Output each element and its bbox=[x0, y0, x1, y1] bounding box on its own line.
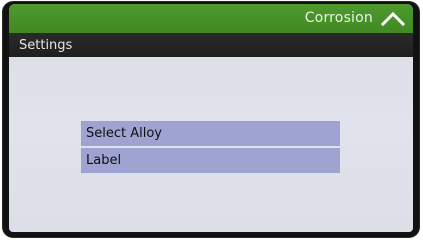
top-bar-title: Corrosion bbox=[304, 10, 373, 26]
screen: Corrosion Settings Select Alloy Label bbox=[9, 4, 413, 232]
up-button[interactable] bbox=[379, 7, 407, 29]
device-frame: Corrosion Settings Select Alloy Label bbox=[3, 2, 419, 237]
page-title: Settings bbox=[19, 38, 73, 53]
settings-menu: Select Alloy Label bbox=[81, 121, 340, 174]
chevron-up-icon bbox=[380, 11, 406, 27]
menu-item-select-alloy[interactable]: Select Alloy bbox=[81, 121, 340, 146]
top-bar: Corrosion bbox=[9, 4, 413, 33]
menu-item-label[interactable]: Label bbox=[81, 148, 340, 173]
sub-header-bar: Settings bbox=[9, 33, 413, 57]
